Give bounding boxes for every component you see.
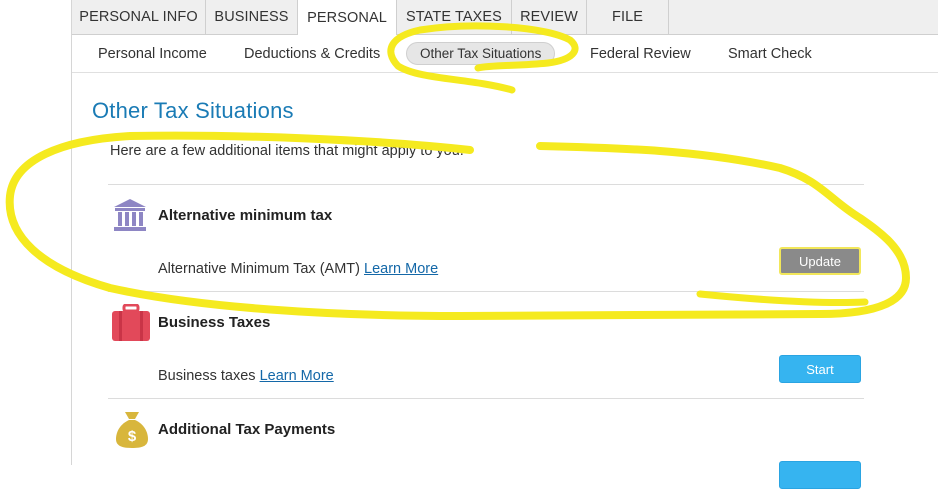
tab-label: STATE TAXES [406, 9, 502, 25]
subnav-deductions-credits[interactable]: Deductions & Credits [244, 35, 380, 72]
divider [108, 398, 864, 399]
intro-text: Here are a few additional items that mig… [110, 143, 464, 159]
item-desc-text: Alternative Minimum Tax (AMT) [158, 261, 360, 277]
left-gutter [0, 0, 71, 465]
item-title-amt: Alternative minimum tax [158, 207, 333, 224]
tab-personal[interactable]: PERSONAL [298, 0, 397, 35]
item-desc-amt: Alternative Minimum Tax (AMT) Learn More [158, 261, 438, 277]
tab-bar-filler [669, 0, 938, 34]
subnav-federal-review[interactable]: Federal Review [590, 35, 691, 72]
tab-label: BUSINESS [214, 9, 289, 25]
tab-personal-info[interactable]: PERSONAL INFO [72, 0, 206, 34]
learn-more-link-amt[interactable]: Learn More [364, 261, 438, 277]
subnav-label: Personal Income [98, 45, 207, 62]
tab-label: REVIEW [520, 9, 578, 25]
update-button-amt[interactable]: Update [779, 247, 861, 275]
subnav-other-tax-situations[interactable]: Other Tax Situations [406, 35, 556, 72]
divider [108, 291, 864, 292]
tab-file[interactable]: FILE [587, 0, 669, 34]
top-tab-bar: PERSONAL INFO BUSINESS PERSONAL STATE TA… [72, 0, 938, 35]
bank-building-icon [112, 197, 148, 238]
tab-business[interactable]: BUSINESS [206, 0, 298, 34]
item-title-business-taxes: Business Taxes [158, 314, 271, 331]
item-title-additional-tax-payments: Additional Tax Payments [158, 421, 336, 438]
sub-navigation: Personal Income Deductions & Credits Oth… [72, 35, 938, 73]
subnav-label: Smart Check [728, 45, 812, 62]
tab-label: PERSONAL INFO [79, 9, 198, 25]
subnav-personal-income[interactable]: Personal Income [98, 35, 207, 72]
divider [108, 184, 864, 185]
item-desc-business: Business taxes Learn More [158, 368, 334, 384]
subnav-smart-check[interactable]: Smart Check [728, 35, 812, 72]
tab-state-taxes[interactable]: STATE TAXES [397, 0, 512, 34]
item-desc-text: Business taxes [158, 368, 256, 384]
briefcase-icon [111, 303, 151, 347]
start-button-business[interactable]: Start [779, 355, 861, 383]
tab-label: FILE [611, 9, 644, 25]
page-title: Other Tax Situations [92, 98, 294, 123]
svg-text:$: $ [128, 428, 137, 445]
learn-more-link-business[interactable]: Learn More [260, 368, 334, 384]
tab-label: PERSONAL [307, 9, 387, 26]
subnav-label: Federal Review [590, 45, 691, 62]
tab-review[interactable]: REVIEW [512, 0, 587, 34]
subnav-label: Deductions & Credits [244, 45, 381, 62]
start-button-additional-payments[interactable] [779, 461, 861, 489]
money-bag-icon: $ [114, 410, 150, 455]
subnav-label: Other Tax Situations [406, 42, 556, 65]
